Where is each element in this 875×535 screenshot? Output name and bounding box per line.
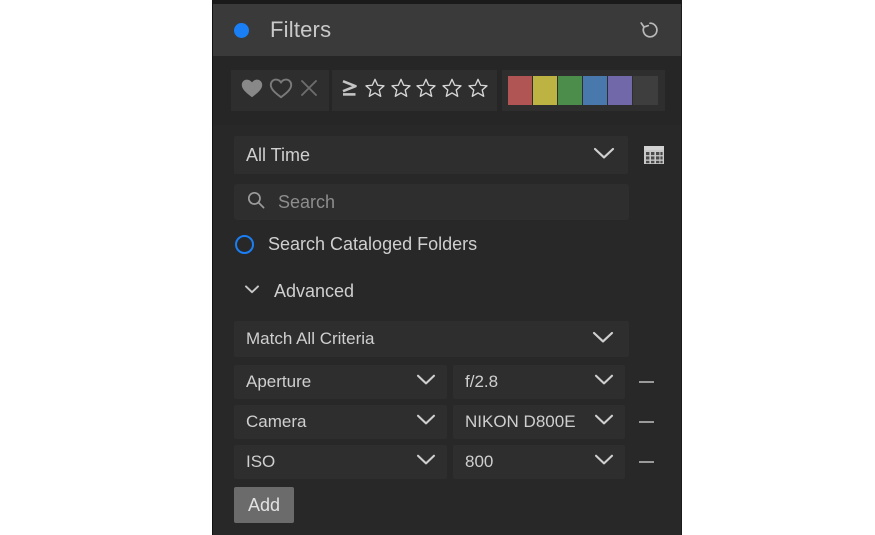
criterion-key-select[interactable]: Aperture — [234, 365, 447, 399]
table-row: ISO 800 — [213, 445, 681, 479]
blue-dot-icon — [234, 22, 249, 38]
criterion-value-value: NIKON D800E — [465, 412, 576, 431]
chevron-down-icon — [413, 451, 439, 473]
attribute-filter-bar — [213, 56, 681, 125]
flag-unflagged-icon[interactable] — [269, 77, 293, 104]
criterion-key-value: Camera — [246, 412, 307, 431]
chevron-down-icon — [243, 282, 261, 301]
flag-pick-icon[interactable] — [240, 77, 264, 104]
chevron-down-icon — [413, 411, 439, 433]
color-label-none[interactable] — [633, 76, 658, 105]
remove-criterion-button[interactable] — [632, 368, 660, 396]
criterion-key-value: ISO — [246, 452, 276, 471]
table-row: Camera NIKON D800E — [213, 405, 681, 439]
chevron-down-icon — [590, 144, 618, 167]
star-icon-4[interactable] — [441, 77, 463, 104]
rating-comparator-icon[interactable] — [340, 77, 360, 104]
date-range-select[interactable]: All Time — [234, 136, 628, 174]
criterion-key-select[interactable]: Camera — [234, 405, 447, 439]
criterion-value-select[interactable]: NIKON D800E — [453, 405, 625, 439]
remove-criterion-button[interactable] — [632, 448, 660, 476]
minus-icon — [638, 461, 654, 463]
search-input[interactable] — [276, 190, 619, 214]
chevron-down-icon — [591, 371, 617, 393]
match-criteria-select[interactable]: Match All Criteria — [234, 321, 629, 357]
filters-panel: Filters All Time Search Search Cataloged… — [212, 0, 682, 535]
search-row — [213, 184, 681, 220]
date-range-value: All Time — [246, 144, 311, 165]
calendar-icon[interactable] — [641, 142, 667, 168]
search-cataloged-folders-label: Search Cataloged Folders — [268, 233, 478, 254]
criterion-key-value: Aperture — [246, 372, 312, 391]
search-cataloged-folders-row[interactable]: Search Cataloged Folders — [213, 230, 681, 258]
advanced-section-toggle[interactable]: Advanced — [213, 278, 681, 305]
criterion-value-select[interactable]: 800 — [453, 445, 625, 479]
table-row: Aperture f/2.8 — [213, 365, 681, 399]
chevron-down-icon — [589, 328, 617, 351]
minus-icon — [638, 421, 654, 423]
criterion-value-select[interactable]: f/2.8 — [453, 365, 625, 399]
flag-filter-group — [231, 70, 329, 111]
match-criteria-value: Match All Criteria — [246, 329, 375, 348]
minus-icon — [638, 381, 654, 383]
advanced-section-label: Advanced — [274, 281, 355, 301]
search-field[interactable] — [234, 184, 629, 220]
remove-criterion-button[interactable] — [632, 408, 660, 436]
color-label-purple[interactable] — [608, 76, 633, 105]
color-label-blue[interactable] — [583, 76, 608, 105]
color-label-yellow[interactable] — [533, 76, 558, 105]
add-button[interactable]: Add — [234, 487, 295, 523]
criterion-value-value: 800 — [465, 452, 494, 471]
add-criterion-row: Add — [213, 487, 681, 523]
flag-reject-icon[interactable] — [298, 77, 320, 104]
reset-arrow-icon[interactable] — [633, 13, 667, 47]
star-icon-3[interactable] — [415, 77, 437, 104]
criterion-value-value: f/2.8 — [465, 372, 499, 391]
color-label-green[interactable] — [558, 76, 583, 105]
match-criteria-row: Match All Criteria — [213, 321, 681, 357]
date-filter-row: All Time — [213, 136, 681, 174]
criterion-key-select[interactable]: ISO — [234, 445, 447, 479]
page-title: Filters — [270, 17, 332, 42]
color-label-red[interactable] — [508, 76, 533, 105]
chevron-down-icon — [413, 371, 439, 393]
star-rating-group — [332, 70, 497, 111]
search-icon — [246, 190, 266, 215]
color-label-group — [502, 70, 665, 111]
star-icon-2[interactable] — [390, 77, 412, 104]
filters-panel-header: Filters — [213, 4, 681, 56]
chevron-down-icon — [591, 451, 617, 473]
chevron-down-icon — [591, 411, 617, 433]
radio-circle-icon[interactable] — [235, 234, 254, 254]
star-icon-5[interactable] — [467, 77, 489, 104]
star-icon-1[interactable] — [364, 77, 386, 104]
